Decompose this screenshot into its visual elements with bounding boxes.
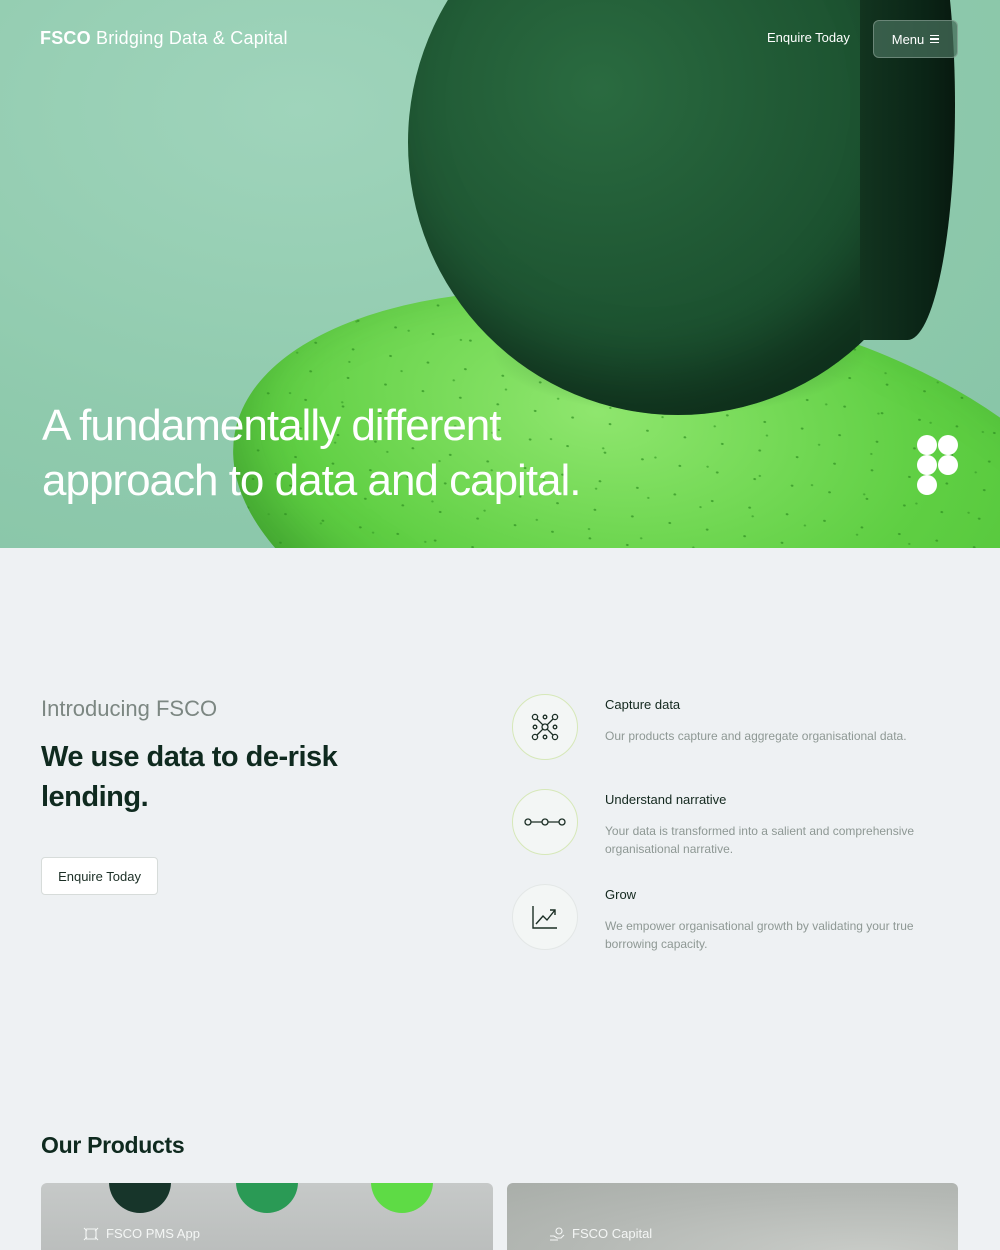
menu-button[interactable]: Menu: [873, 20, 958, 58]
feature-icon-circle: [512, 789, 578, 855]
product-card-label: FSCO PMS App: [83, 1226, 200, 1241]
hero-title-line1: A fundamentally different: [42, 401, 502, 450]
product-card-title: FSCO PMS App: [106, 1226, 200, 1241]
feature-capture-data: Capture data Our products capture and ag…: [512, 694, 932, 764]
app-icon: [83, 1227, 99, 1240]
product-graphic-ball: [236, 1183, 298, 1213]
feature-title: Grow: [605, 887, 637, 902]
products-heading: Our Products: [41, 1132, 185, 1158]
hero-title-line2: approach to data and capital.: [42, 456, 582, 505]
hamburger-icon: [930, 35, 940, 43]
product-card-pms-app[interactable]: FSCO PMS App: [41, 1183, 493, 1250]
intro-title: We use data to de-risk lending.: [41, 741, 338, 813]
hero-title: A fundamentally different approach to da…: [42, 398, 582, 508]
nodes-line-icon: [524, 818, 566, 826]
product-graphic-ball: [371, 1183, 433, 1213]
nav-enquire-link[interactable]: Enquire Today: [767, 30, 850, 45]
brand-logo-link[interactable]: FSCO Bridging Data & Capital: [40, 28, 288, 49]
intro-eyebrow: Introducing FSCO: [41, 696, 218, 721]
hero-section: FSCO Bridging Data & Capital Enquire Tod…: [0, 0, 1000, 548]
product-card-label: FSCO Capital: [549, 1226, 652, 1241]
feature-understand-narrative: Understand narrative Your data is transf…: [512, 789, 932, 859]
feature-icon-circle: [512, 884, 578, 950]
menu-label: Menu: [891, 31, 925, 47]
fsco-dots-logo-icon: [917, 435, 958, 495]
feature-description: Your data is transformed into a salient …: [605, 824, 915, 856]
product-graphic-ball: [109, 1183, 171, 1213]
feature-icon-circle: [512, 694, 578, 760]
product-card-title: FSCO Capital: [572, 1226, 653, 1241]
feature-description: Our products capture and aggregate organ…: [605, 729, 907, 743]
feature-title: Understand narrative: [605, 792, 727, 807]
product-card-capital[interactable]: FSCO Capital: [507, 1183, 958, 1250]
feature-description: We empower organisational growth by vali…: [605, 919, 914, 951]
trend-up-icon: [532, 906, 557, 929]
feature-grow: Grow We empower organisational growth by…: [512, 884, 932, 954]
brand-name: FSCO: [40, 28, 91, 48]
brand-tagline: Bridging Data & Capital: [96, 28, 288, 48]
network-icon: [531, 713, 559, 741]
enquire-today-button[interactable]: Enquire Today: [41, 857, 158, 895]
feature-title: Capture data: [605, 697, 681, 712]
hand-coin-icon: [550, 1226, 565, 1241]
